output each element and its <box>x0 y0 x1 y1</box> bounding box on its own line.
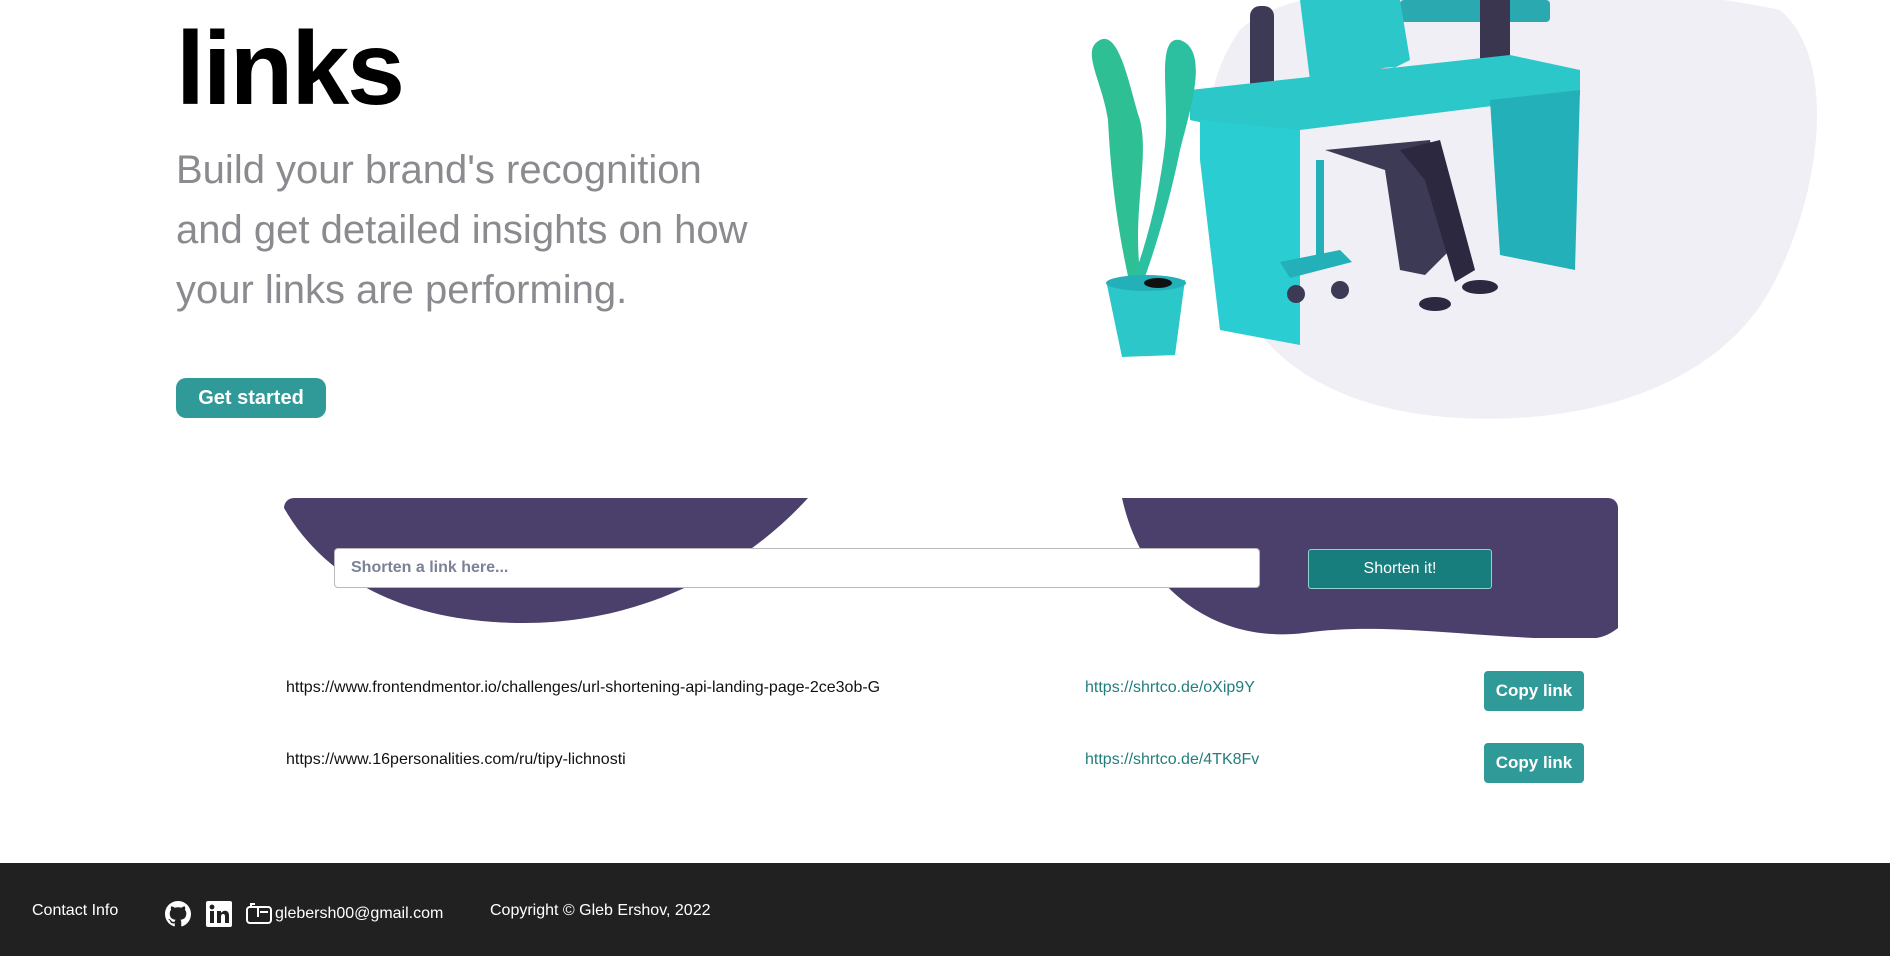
github-icon[interactable] <box>165 901 191 927</box>
original-url: https://www.frontendmentor.io/challenges… <box>286 679 881 696</box>
copy-link-button[interactable]: Copy link <box>1484 743 1584 783</box>
get-started-button[interactable]: Get started <box>176 378 326 418</box>
hero-illustration <box>1080 0 1840 420</box>
mail-icon[interactable] <box>246 903 272 925</box>
contact-info-label: Contact Info <box>32 902 119 919</box>
original-url: https://www.16personalities.com/ru/tipy-… <box>286 751 626 768</box>
footer: Contact Info glebersh00@gmail.com Copyri… <box>0 863 1890 956</box>
hero-title: links <box>176 11 405 127</box>
shorten-link-input[interactable] <box>334 548 1260 588</box>
shorten-button[interactable]: Shorten it! <box>1308 549 1492 589</box>
hero-subtitle: Build your brand's recognition and get d… <box>176 148 748 312</box>
short-url-link[interactable]: https://shrtco.de/4TK8Fv <box>1085 751 1259 769</box>
copyright-text: Copyright © Gleb Ershov, 2022 <box>490 902 711 919</box>
result-row: https://www.frontendmentor.io/challenges… <box>286 671 1586 715</box>
short-url-link[interactable]: https://shrtco.de/oXip9Y <box>1085 679 1255 697</box>
linkedin-icon[interactable] <box>206 901 232 927</box>
email-link[interactable]: glebersh00@gmail.com <box>275 905 443 923</box>
result-row: https://www.16personalities.com/ru/tipy-… <box>286 743 1586 787</box>
copy-link-button[interactable]: Copy link <box>1484 671 1584 711</box>
